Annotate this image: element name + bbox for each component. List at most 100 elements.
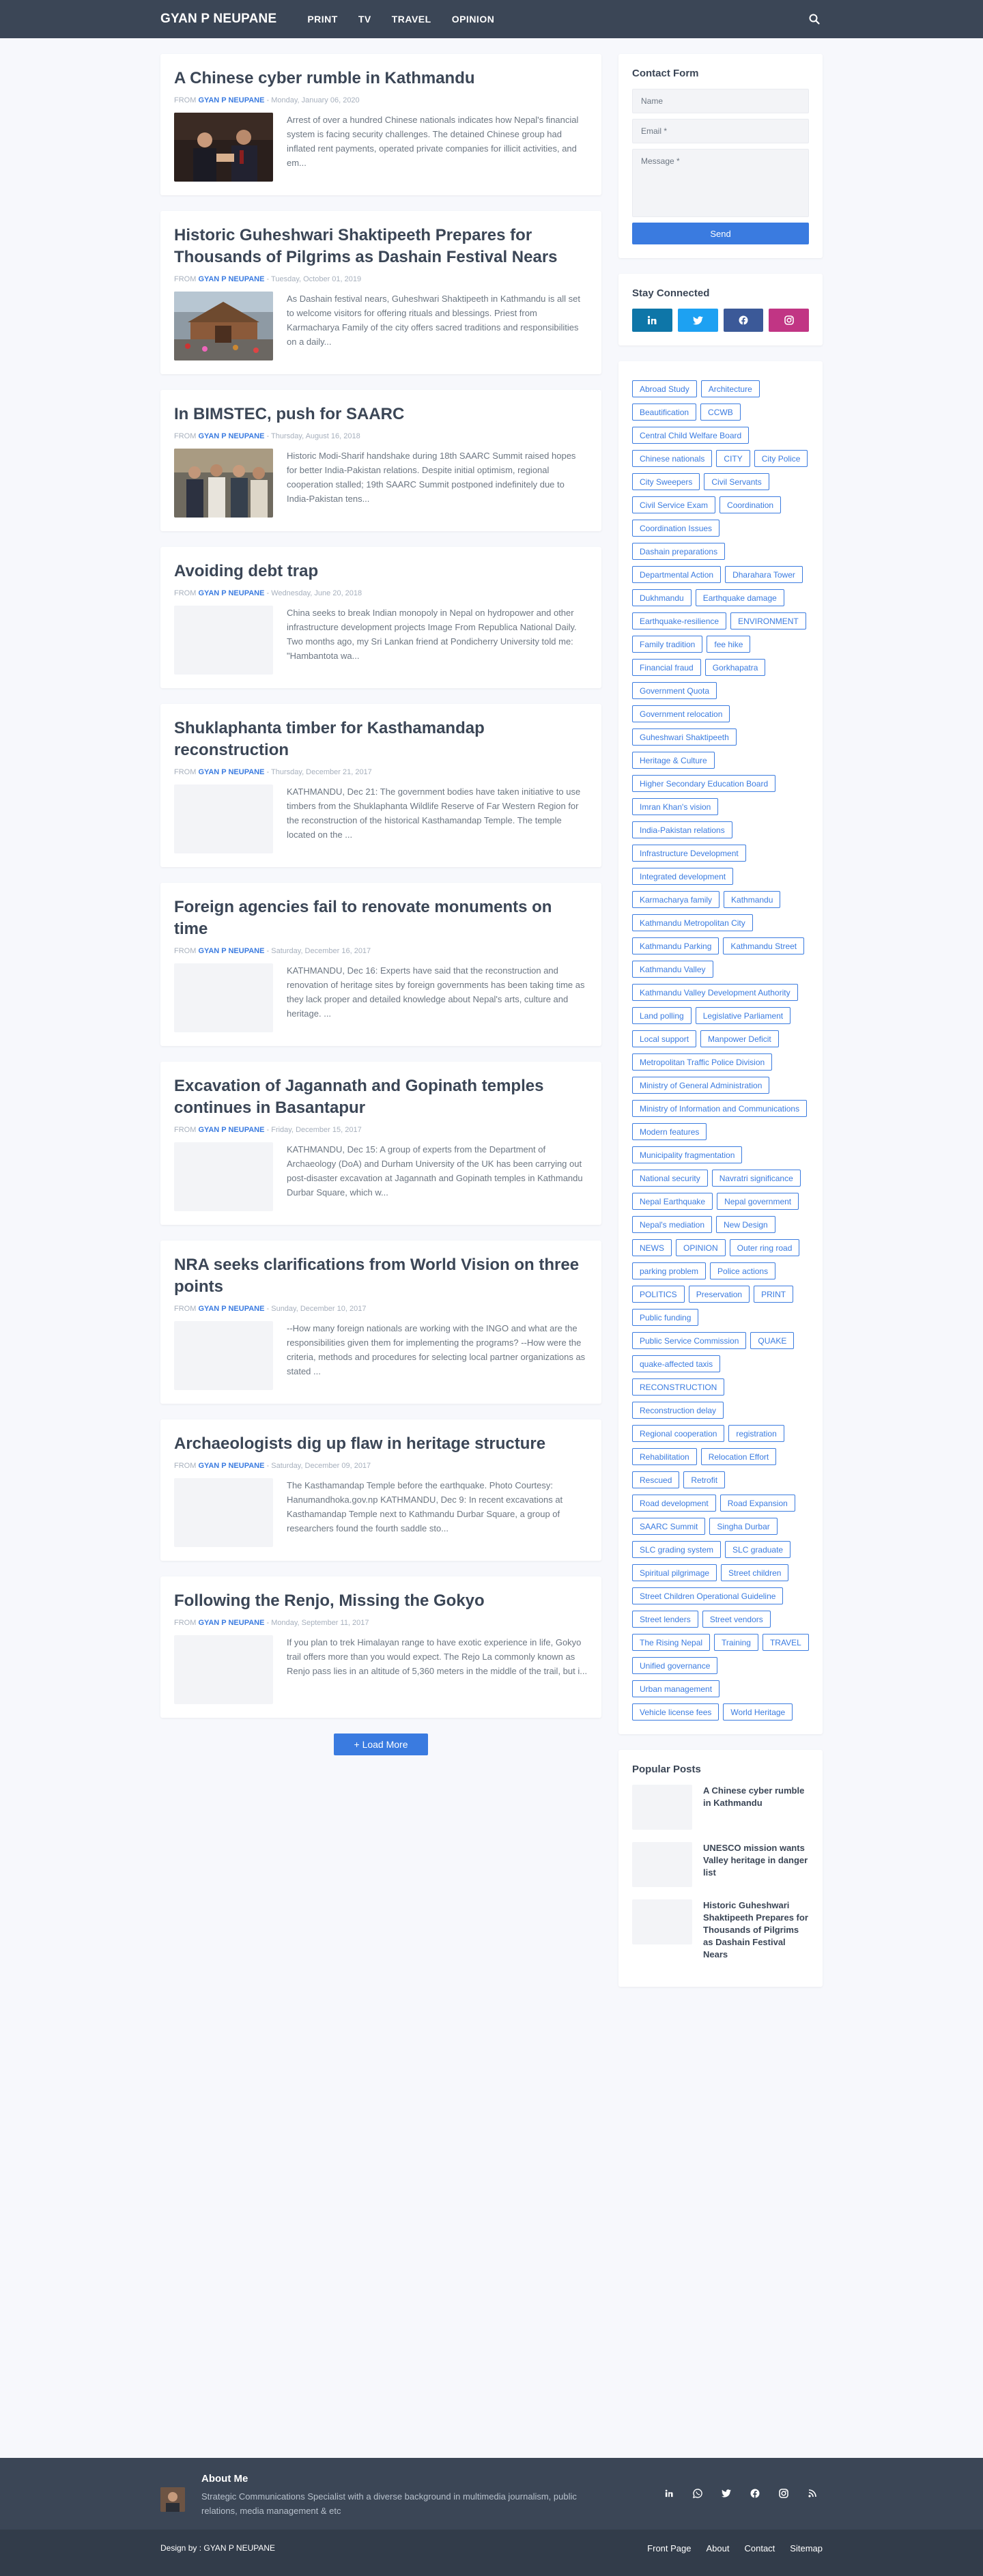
label-tag[interactable]: Training	[714, 1634, 758, 1651]
load-more-button[interactable]: + Load More	[334, 1733, 428, 1755]
label-tag[interactable]: Regional cooperation	[632, 1425, 725, 1442]
site-brand[interactable]: GYAN P NEUPANE	[160, 12, 276, 27]
label-tag[interactable]: Kathmandu Street	[723, 937, 805, 954]
label-tag[interactable]: The Rising Nepal	[632, 1634, 711, 1651]
label-tag[interactable]: Navratri significance	[711, 1170, 801, 1187]
footer-link-sitemap[interactable]: Sitemap	[790, 2543, 823, 2553]
label-tag[interactable]: fee hike	[707, 636, 751, 653]
popular-post-thumbnail[interactable]	[632, 1785, 692, 1830]
label-tag[interactable]: Ministry of General Administration	[632, 1077, 770, 1094]
label-tag[interactable]: World Heritage	[723, 1703, 793, 1721]
label-tag[interactable]: Kathmandu Valley	[632, 961, 713, 978]
label-tag[interactable]: Kathmandu Valley Development Authority	[632, 984, 798, 1001]
label-tag[interactable]: Imran Khan's vision	[632, 798, 719, 815]
label-tag[interactable]: Modern features	[632, 1123, 707, 1140]
label-tag[interactable]: Kathmandu	[724, 891, 781, 908]
menu-item-travel[interactable]: TRAVEL	[382, 14, 442, 25]
post-title[interactable]: Excavation of Jagannath and Gopinath tem…	[174, 1075, 588, 1119]
linkedin-icon[interactable]	[662, 2487, 676, 2500]
label-tag[interactable]: Coordination	[720, 496, 782, 513]
label-tag[interactable]: CCWB	[700, 404, 741, 421]
label-tag[interactable]: Heritage & Culture	[632, 752, 715, 769]
post-thumbnail-placeholder[interactable]	[174, 1635, 273, 1704]
label-tag[interactable]: Public funding	[632, 1309, 699, 1326]
label-tag[interactable]: Spiritual pilgrimage	[632, 1564, 717, 1581]
label-tag[interactable]: Infrastructure Development	[632, 845, 746, 862]
label-tag[interactable]: Civil Service Exam	[632, 496, 716, 513]
popular-post-title[interactable]: A Chinese cyber rumble in Kathmandu	[703, 1785, 809, 1830]
post-author[interactable]: GYAN P NEUPANE	[198, 589, 264, 597]
label-tag[interactable]: Financial fraud	[632, 659, 701, 676]
label-tag[interactable]: Karmacharya family	[632, 891, 720, 908]
post-thumbnail-placeholder[interactable]	[174, 1321, 273, 1390]
footer-link-about[interactable]: About	[707, 2543, 730, 2553]
send-button[interactable]: Send	[632, 223, 809, 244]
post-thumbnail-placeholder[interactable]	[174, 1142, 273, 1211]
post-thumbnail-placeholder[interactable]	[174, 963, 273, 1032]
post-title[interactable]: Following the Renjo, Missing the Gokyo	[174, 1590, 588, 1612]
message-field[interactable]: Message *	[632, 149, 809, 217]
label-tag[interactable]: Metropolitan Traffic Police Division	[632, 1053, 773, 1071]
label-tag[interactable]: Public Service Commission	[632, 1332, 747, 1349]
post-title[interactable]: Shuklaphanta timber for Kasthamandap rec…	[174, 718, 588, 761]
label-tag[interactable]: Architecture	[700, 380, 760, 397]
label-tag[interactable]: Dharahara Tower	[725, 566, 803, 583]
post-thumbnail[interactable]	[174, 292, 273, 360]
rss-icon[interactable]	[806, 2487, 819, 2500]
instagram-icon[interactable]	[777, 2487, 790, 2500]
label-tag[interactable]: City Sweepers	[632, 473, 700, 490]
label-tag[interactable]: Nepal government	[717, 1193, 799, 1210]
label-tag[interactable]: Kathmandu Parking	[632, 937, 720, 954]
label-tag[interactable]: Gorkhapatra	[704, 659, 766, 676]
twitter-icon[interactable]	[677, 309, 718, 332]
label-tag[interactable]: City Police	[754, 450, 808, 467]
label-tag[interactable]: Road Expansion	[720, 1495, 795, 1512]
label-tag[interactable]: Retrofit	[683, 1471, 726, 1488]
twitter-icon[interactable]	[720, 2487, 733, 2500]
post-thumbnail[interactable]	[174, 449, 273, 518]
label-tag[interactable]: Family tradition	[632, 636, 703, 653]
popular-post-title[interactable]: UNESCO mission wants Valley heritage in …	[703, 1842, 809, 1887]
label-tag[interactable]: Dashain preparations	[632, 543, 726, 560]
post-title[interactable]: A Chinese cyber rumble in Kathmandu	[174, 68, 588, 89]
post-author[interactable]: GYAN P NEUPANE	[198, 1462, 264, 1470]
search-icon[interactable]	[806, 11, 823, 27]
label-tag[interactable]: Urban management	[632, 1680, 720, 1697]
label-tag[interactable]: Street lenders	[632, 1611, 698, 1628]
post-title[interactable]: Historic Guheshwari Shaktipeeth Prepares…	[174, 225, 588, 268]
post-author[interactable]: GYAN P NEUPANE	[198, 275, 264, 283]
label-tag[interactable]: Land polling	[632, 1007, 692, 1024]
post-title[interactable]: Avoiding debt trap	[174, 561, 588, 582]
label-tag[interactable]: Street vendors	[702, 1611, 771, 1628]
label-tag[interactable]: RECONSTRUCTION	[632, 1378, 725, 1396]
label-tag[interactable]: SLC grading system	[632, 1541, 722, 1558]
label-tag[interactable]: Municipality fragmentation	[632, 1146, 743, 1163]
label-tag[interactable]: Abroad Study	[632, 380, 697, 397]
label-tag[interactable]: PRINT	[754, 1286, 794, 1303]
whatsapp-icon[interactable]	[691, 2487, 704, 2500]
label-tag[interactable]: Legislative Parliament	[695, 1007, 791, 1024]
label-tag[interactable]: Beautification	[632, 404, 697, 421]
label-tag[interactable]: Civil Servants	[704, 473, 769, 490]
label-tag[interactable]: Chinese nationals	[632, 450, 713, 467]
label-tag[interactable]: Relocation Effort	[700, 1448, 777, 1465]
label-tag[interactable]: Dukhmandu	[632, 589, 692, 606]
label-tag[interactable]: Rehabilitation	[632, 1448, 697, 1465]
label-tag[interactable]: QUAKE	[750, 1332, 795, 1349]
popular-post-item[interactable]: Historic Guheshwari Shaktipeeth Prepares…	[632, 1899, 809, 1961]
label-tag[interactable]: quake-affected taxis	[632, 1355, 721, 1372]
post-author[interactable]: GYAN P NEUPANE	[198, 1126, 264, 1134]
label-tag[interactable]: Local support	[632, 1030, 697, 1047]
facebook-icon[interactable]	[748, 2487, 762, 2500]
label-tag[interactable]: Higher Secondary Education Board	[632, 775, 776, 792]
popular-post-title[interactable]: Historic Guheshwari Shaktipeeth Prepares…	[703, 1899, 809, 1961]
label-tag[interactable]: Outer ring road	[729, 1239, 800, 1256]
label-tag[interactable]: SAARC Summit	[632, 1518, 706, 1535]
post-author[interactable]: GYAN P NEUPANE	[198, 1305, 264, 1313]
label-tag[interactable]: Rescued	[632, 1471, 680, 1488]
label-tag[interactable]: parking problem	[632, 1262, 707, 1279]
label-tag[interactable]: POLITICS	[632, 1286, 685, 1303]
menu-item-print[interactable]: PRINT	[297, 14, 348, 25]
label-tag[interactable]: Earthquake damage	[695, 589, 784, 606]
label-tag[interactable]: Guheshwari Shaktipeeth	[632, 728, 737, 746]
